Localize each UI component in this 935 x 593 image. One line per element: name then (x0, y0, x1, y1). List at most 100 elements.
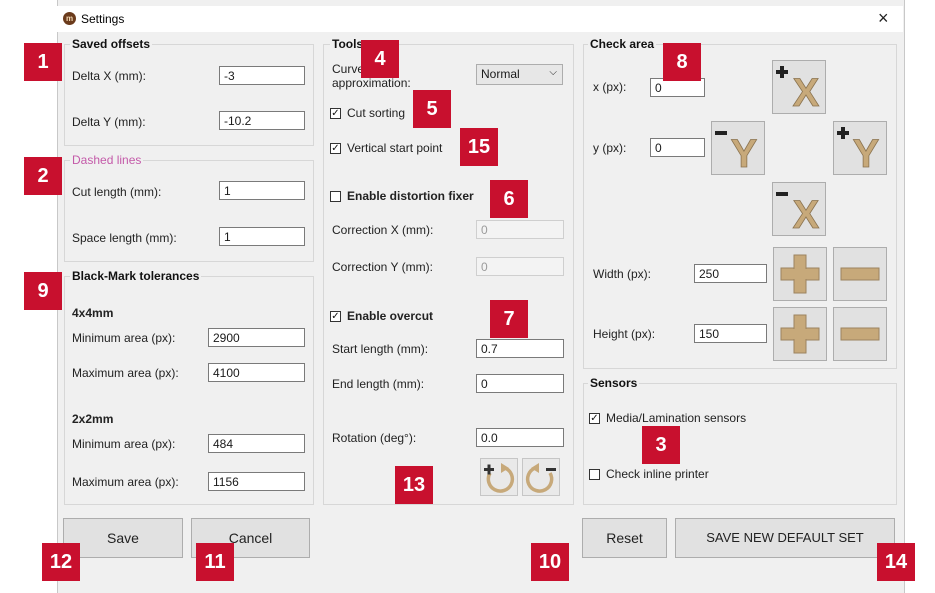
saved-offsets-group (64, 44, 314, 146)
cut-length-label: Cut length (mm): (72, 185, 162, 199)
vertical-start-label: Vertical start point (347, 141, 443, 155)
svg-text:X: X (793, 71, 820, 113)
badge-9: 9 (24, 272, 62, 310)
dashed-lines-title: Dashed lines (70, 153, 144, 167)
cut-sorting-checkbox[interactable]: ✓ (330, 108, 341, 119)
plus-icon (780, 254, 820, 294)
delta-x-label: Delta X (mm): (72, 69, 147, 83)
saved-offsets-title: Saved offsets (70, 37, 153, 51)
y-plus-button[interactable]: Y (833, 121, 887, 176)
plus-icon (780, 314, 820, 354)
y-minus-icon: Y (715, 131, 758, 176)
curve-approximation-select[interactable]: Normal ⌵ (476, 64, 563, 85)
cut-length-input[interactable]: 1 (219, 181, 305, 200)
black-mark-4x4-title: 4x4mm (72, 306, 114, 320)
badge-13: 13 (395, 466, 433, 504)
check-y-label: y (px): (593, 141, 627, 155)
rotate-minus-button[interactable] (522, 458, 560, 496)
check-area-title: Check area (588, 37, 657, 51)
svg-text:Y: Y (853, 132, 880, 174)
max-area-4x4-label: Maximum area (px): (72, 366, 179, 380)
height-plus-button[interactable] (773, 307, 827, 361)
black-mark-2x2-title: 2x2mm (72, 412, 114, 426)
correction-x-label: Correction X (mm): (332, 223, 434, 237)
window-title: Settings (81, 12, 125, 26)
end-length-label: End length (mm): (332, 377, 425, 391)
cut-sorting-label: Cut sorting (347, 106, 406, 120)
badge-6: 6 (490, 180, 528, 218)
max-area-2x2-label: Maximum area (px): (72, 475, 179, 489)
badge-2: 2 (24, 157, 62, 195)
sensors-title: Sensors (588, 376, 640, 390)
badge-14: 14 (877, 543, 915, 581)
app-logo-icon: m (63, 12, 76, 25)
badge-8: 8 (663, 43, 701, 81)
close-icon[interactable]: × (878, 8, 889, 29)
correction-y-label: Correction Y (mm): (332, 260, 433, 274)
badge-1: 1 (24, 43, 62, 81)
rotation-input[interactable]: 0.0 (476, 428, 564, 447)
max-area-2x2-input[interactable]: 1156 (208, 472, 305, 491)
inline-printer-label: Check inline printer (606, 467, 709, 481)
vertical-start-checkbox[interactable]: ✓ (330, 143, 341, 154)
chevron-down-icon: ⌵ (549, 67, 557, 78)
y-minus-button[interactable]: Y (711, 121, 765, 176)
dashed-lines-group (64, 160, 314, 262)
title-bar (57, 6, 903, 32)
overcut-checkbox[interactable]: ✓ (330, 311, 341, 322)
svg-text:X: X (793, 193, 820, 235)
badge-7: 7 (490, 300, 528, 338)
correction-x-input[interactable]: 0 (476, 220, 564, 239)
width-label: Width (px): (593, 267, 652, 281)
badge-11: 11 (196, 543, 234, 581)
curve-approximation-value: Normal (481, 67, 520, 81)
space-length-input[interactable]: 1 (219, 227, 305, 246)
width-minus-button[interactable] (833, 247, 887, 301)
min-area-2x2-input[interactable]: 484 (208, 434, 305, 453)
delta-x-input[interactable]: -3 (219, 66, 305, 85)
badge-3: 3 (642, 426, 680, 464)
badge-15: 15 (460, 128, 498, 166)
reset-button[interactable]: Reset (582, 518, 667, 558)
curve-approx-label-line2: approximation: (332, 76, 411, 90)
distortion-fixer-checkbox[interactable] (330, 191, 341, 202)
badge-10: 10 (531, 543, 569, 581)
check-y-input[interactable]: 0 (650, 138, 705, 157)
end-length-input[interactable]: 0 (476, 374, 564, 393)
svg-text:Y: Y (731, 132, 758, 174)
black-mark-title: Black-Mark tolerances (70, 269, 202, 283)
width-input[interactable]: 250 (694, 264, 767, 283)
x-minus-button[interactable]: X (772, 182, 826, 237)
height-minus-button[interactable] (833, 307, 887, 361)
y-plus-icon: Y (837, 127, 880, 176)
badge-12: 12 (42, 543, 80, 581)
inline-printer-checkbox[interactable] (589, 469, 600, 480)
delta-y-label: Delta Y (mm): (72, 115, 146, 129)
save-new-default-set-button[interactable]: SAVE NEW DEFAULT SET (675, 518, 895, 558)
distortion-fixer-label: Enable distortion fixer (347, 189, 474, 203)
min-area-2x2-label: Minimum area (px): (72, 437, 176, 451)
minus-icon (840, 267, 880, 281)
min-area-4x4-input[interactable]: 2900 (208, 328, 305, 347)
delta-y-input[interactable]: -10.2 (219, 111, 305, 130)
rotation-label: Rotation (deg°): (332, 431, 417, 445)
rotate-ccw-plus-icon (484, 463, 515, 493)
x-minus-icon: X (776, 192, 820, 237)
start-length-label: Start length (mm): (332, 342, 429, 356)
max-area-4x4-input[interactable]: 4100 (208, 363, 305, 382)
start-length-input[interactable]: 0.7 (476, 339, 564, 358)
badge-5: 5 (413, 90, 451, 128)
correction-y-input[interactable]: 0 (476, 257, 564, 276)
save-button[interactable]: Save (63, 518, 183, 558)
check-x-label: x (px): (593, 80, 627, 94)
height-input[interactable]: 150 (694, 324, 767, 343)
media-lamination-label: Media/Lamination sensors (606, 411, 747, 425)
x-plus-icon: X (776, 66, 820, 115)
min-area-4x4-label: Minimum area (px): (72, 331, 176, 345)
x-plus-button[interactable]: X (772, 60, 826, 115)
media-lamination-checkbox[interactable]: ✓ (589, 413, 600, 424)
minus-icon (840, 327, 880, 341)
badge-4: 4 (361, 40, 399, 78)
rotate-plus-button[interactable] (480, 458, 518, 496)
width-plus-button[interactable] (773, 247, 827, 301)
